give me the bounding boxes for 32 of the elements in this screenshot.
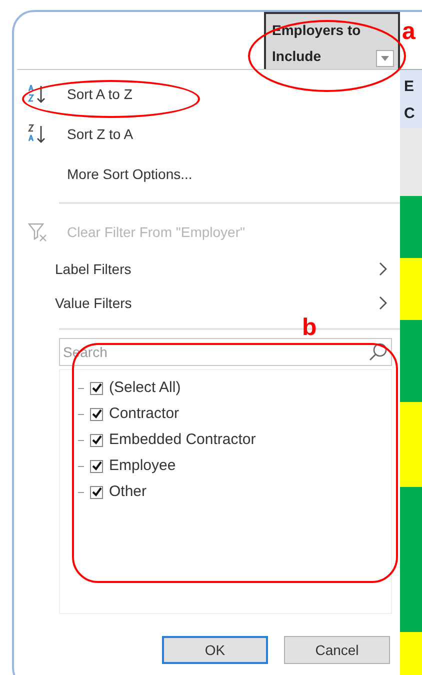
checkbox[interactable] — [90, 486, 103, 498]
checkmark-icon — [92, 383, 102, 393]
chevron-right-icon — [378, 262, 388, 276]
checkbox[interactable] — [90, 382, 103, 394]
search-icon — [368, 342, 388, 362]
checkmark-icon — [92, 487, 102, 497]
value-label[interactable]: (Select All) — [109, 376, 181, 400]
checkbox[interactable] — [90, 434, 103, 446]
dialog-button[interactable]: Cancel — [284, 636, 390, 664]
annotation-label: a — [402, 18, 416, 46]
submenu-item[interactable]: Label Filters — [17, 252, 400, 286]
checkbox[interactable] — [90, 408, 103, 420]
checkmark-icon — [92, 461, 102, 471]
menu-item[interactable]: More Sort Options... — [17, 154, 400, 194]
menu-item[interactable]: Sort A to Z — [17, 74, 400, 114]
value-label[interactable]: Other — [109, 480, 147, 504]
checkbox[interactable] — [90, 460, 103, 472]
sheet-cell — [400, 128, 422, 196]
filter-dropdown-button[interactable] — [376, 50, 394, 67]
header-fragment: E — [404, 77, 416, 97]
header-label: Employers to Include — [271, 21, 362, 66]
menu-item[interactable]: Sort Z to A — [17, 114, 400, 154]
clear-filter-icon — [27, 221, 49, 243]
value-label[interactable]: Contractor — [109, 402, 180, 426]
dialog-button[interactable]: OK — [162, 636, 268, 664]
caret-icon — [381, 56, 389, 61]
checkmark-icon — [92, 409, 102, 419]
value-label[interactable]: Employee — [109, 454, 176, 478]
checkmark-icon — [92, 435, 102, 445]
value-label[interactable]: Embedded Contractor — [109, 428, 256, 452]
chevron-right-icon — [378, 296, 388, 310]
header-fragment: C — [404, 104, 416, 124]
